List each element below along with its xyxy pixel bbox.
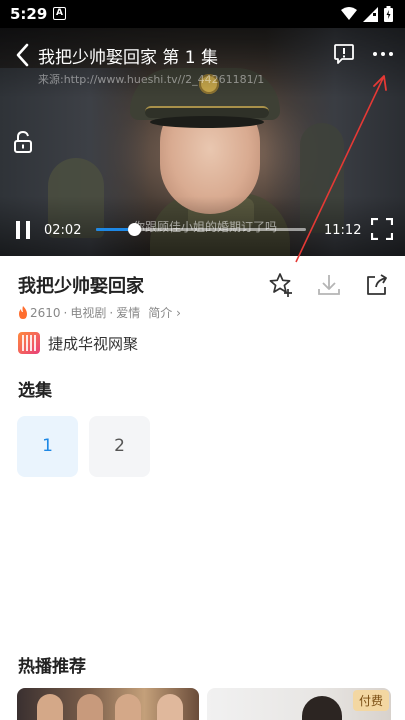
- intro-label: 简介: [148, 306, 173, 320]
- more-icon[interactable]: [372, 47, 394, 61]
- battery-icon: [384, 6, 393, 22]
- notification-icon: A: [53, 7, 66, 20]
- category-label: 电视剧: [70, 306, 107, 320]
- episode-button-1[interactable]: 1: [17, 416, 78, 477]
- recommend-title: 热播推荐: [18, 657, 86, 677]
- status-icons: [341, 6, 393, 22]
- recommend-card[interactable]: [17, 688, 199, 720]
- video-frame-hat-brim: [150, 116, 264, 128]
- flame-icon: [19, 306, 27, 319]
- wifi-icon: [341, 7, 357, 20]
- episodes-title: 选集: [18, 381, 52, 401]
- download-icon[interactable]: [316, 272, 342, 298]
- meta-row: 2610 · 电视剧 · 爱情 简介 ›: [18, 304, 181, 321]
- chevron-right-icon: ›: [176, 306, 181, 320]
- favorite-add-icon[interactable]: [268, 272, 294, 298]
- episode-button-2[interactable]: 2: [89, 416, 150, 477]
- intro-link[interactable]: 简介 ›: [148, 304, 181, 321]
- current-time: 02:02: [44, 223, 82, 238]
- progress-slider[interactable]: [96, 223, 306, 236]
- total-time: 11:12: [324, 223, 362, 238]
- status-bar: 5:29 A: [0, 0, 405, 28]
- provider-logo-icon: [18, 332, 40, 354]
- recommend-card[interactable]: 付费: [207, 688, 391, 720]
- genre-label: 爱情: [116, 306, 141, 320]
- back-icon[interactable]: [12, 42, 34, 68]
- progress-knob[interactable]: [127, 223, 141, 236]
- meta-separator: ·: [109, 305, 114, 320]
- meta-separator: ·: [63, 305, 68, 320]
- share-icon[interactable]: [364, 272, 390, 298]
- paid-badge: 付费: [352, 690, 389, 711]
- report-icon[interactable]: [333, 43, 355, 65]
- pause-icon[interactable]: [14, 220, 32, 240]
- video-player[interactable]: 我把少帅娶回家 第 1 集 来源:http://www.hueshi.tv//2…: [0, 28, 405, 256]
- lock-icon[interactable]: [12, 130, 34, 154]
- signal-icon: [363, 6, 378, 22]
- fullscreen-icon[interactable]: [371, 218, 393, 240]
- video-source: 来源:http://www.hueshi.tv//2_44261181/1: [38, 73, 265, 86]
- heat-count: 2610: [30, 305, 61, 320]
- show-title: 我把少帅娶回家: [18, 276, 144, 297]
- video-title: 我把少帅娶回家 第 1 集: [38, 48, 219, 68]
- provider-name: 捷成华视网聚: [48, 334, 139, 353]
- status-time: 5:29: [10, 5, 48, 23]
- video-subtitle: 你跟顾佳小姐的婚期订了吗: [133, 220, 278, 234]
- provider-row[interactable]: 捷成华视网聚: [18, 332, 138, 354]
